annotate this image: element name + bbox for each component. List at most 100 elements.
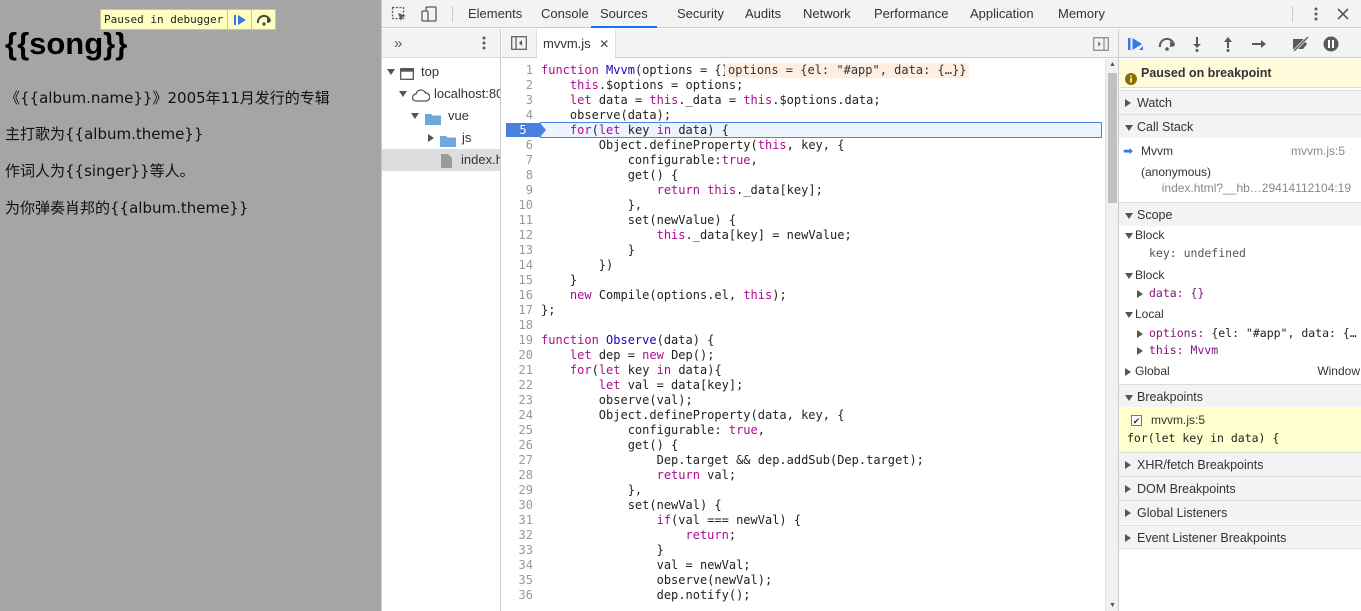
line-number[interactable]: 13	[502, 243, 533, 258]
line-number[interactable]: 23	[502, 393, 533, 408]
line-number[interactable]: 21	[502, 363, 533, 378]
breakpoints-section-header[interactable]: Breakpoints	[1119, 384, 1361, 408]
tab-security[interactable]: Security	[677, 0, 724, 28]
code-line[interactable]: 21 for(let key in data){	[502, 363, 1105, 378]
dom-breakpoints-header[interactable]: DOM Breakpoints	[1119, 476, 1361, 500]
code-line[interactable]: 34 val = newVal;	[502, 558, 1105, 573]
code-line[interactable]: 17};	[502, 303, 1105, 318]
tab-application[interactable]: Application	[970, 0, 1034, 28]
scroll-down-icon[interactable]: ▼	[1109, 602, 1116, 609]
line-number[interactable]: 19	[502, 333, 533, 348]
scope-options[interactable]: options: {el: "#app", data: {…	[1119, 326, 1361, 342]
code-line[interactable]: 12 this._data[key] = newValue;	[502, 228, 1105, 243]
line-number[interactable]: 4	[502, 108, 533, 123]
code-line[interactable]: 32 return;	[502, 528, 1105, 543]
close-devtools-icon[interactable]	[1334, 5, 1352, 23]
line-number[interactable]: 27	[502, 453, 533, 468]
toggle-debugger-icon[interactable]	[1093, 37, 1109, 54]
code-line[interactable]: 33 }	[502, 543, 1105, 558]
scope-local[interactable]: Local	[1119, 307, 1361, 324]
xhr-breakpoints-header[interactable]: XHR/fetch Breakpoints	[1119, 452, 1361, 476]
code-line[interactable]: 27 Dep.target && dep.addSub(Dep.target);	[502, 453, 1105, 468]
code-line[interactable]: 36 dep.notify();	[502, 588, 1105, 603]
tree-item-index[interactable]: index.h	[382, 149, 500, 171]
call-frame-mvvm[interactable]: ➡ Mvvm mvvm.js:5	[1119, 141, 1361, 161]
line-number[interactable]: 10	[502, 198, 533, 213]
line-number[interactable]: 14	[502, 258, 533, 273]
watch-section-header[interactable]: Watch	[1119, 90, 1361, 114]
resume-icon[interactable]	[227, 10, 251, 29]
toggle-navigator-icon[interactable]	[511, 36, 527, 53]
code-line[interactable]: 31 if(val === newVal) {	[502, 513, 1105, 528]
line-number[interactable]: 24	[502, 408, 533, 423]
tab-audits[interactable]: Audits	[745, 0, 781, 28]
line-number[interactable]: 11	[502, 213, 533, 228]
tree-item-top[interactable]: top	[382, 61, 500, 83]
line-number[interactable]: 22	[502, 378, 533, 393]
tree-item-localhost[interactable]: localhost:80	[382, 83, 500, 105]
line-number[interactable]: 18	[502, 318, 533, 333]
code-line[interactable]: 5 for(let key in data) {	[502, 123, 1105, 138]
inspect-element-icon[interactable]	[390, 5, 408, 23]
line-number[interactable]: 20	[502, 348, 533, 363]
line-number[interactable]: 29	[502, 483, 533, 498]
code-line[interactable]: 1 function Mvvm(options = {}) {options = …	[502, 63, 1105, 78]
step-over-icon[interactable]	[1157, 34, 1177, 54]
tab-elements[interactable]: Elements	[468, 0, 522, 28]
step-icon[interactable]	[1249, 34, 1269, 54]
code-line[interactable]: 10 },	[502, 198, 1105, 213]
tree-item-vue[interactable]: vue	[382, 105, 500, 127]
scope-block-1[interactable]: Block	[1119, 228, 1361, 245]
code-line[interactable]: 7 configurable:true,	[502, 153, 1105, 168]
line-number[interactable]: 2	[502, 78, 533, 93]
code-line[interactable]: 25 configurable: true,	[502, 423, 1105, 438]
scope-this[interactable]: this: Mvvm	[1119, 343, 1361, 359]
close-icon[interactable]: ✕	[599, 37, 609, 51]
code-line[interactable]: 20 let dep = new Dep();	[502, 348, 1105, 363]
deactivate-breakpoints-icon[interactable]	[1291, 34, 1311, 54]
tab-network[interactable]: Network	[803, 0, 851, 28]
code-line[interactable]: 15 }	[502, 273, 1105, 288]
line-number[interactable]: 32	[502, 528, 533, 543]
tab-mvvm-js[interactable]: mvvm.js ✕	[536, 29, 617, 58]
breakpoint-item[interactable]: ✔ mvvm.js:5 for(let key in data) {	[1119, 407, 1361, 453]
line-number[interactable]: 7	[502, 153, 533, 168]
scrollbar-thumb[interactable]	[1108, 73, 1117, 203]
tab-sources[interactable]: Sources	[591, 0, 657, 28]
code-line[interactable]: 3 let data = this._data = this.$options.…	[502, 93, 1105, 108]
global-listeners-header[interactable]: Global Listeners	[1119, 500, 1361, 524]
line-number[interactable]: 36	[502, 588, 533, 603]
tab-performance[interactable]: Performance	[874, 0, 948, 28]
chevron-double-right-icon[interactable]: »	[394, 35, 402, 52]
pause-on-exceptions-icon[interactable]	[1321, 34, 1341, 54]
code-line[interactable]: 6 Object.defineProperty(this, key, {	[502, 138, 1105, 153]
tab-memory[interactable]: Memory	[1058, 0, 1105, 28]
line-number[interactable]: 35	[502, 573, 533, 588]
event-listener-breakpoints-header[interactable]: Event Listener Breakpoints	[1119, 525, 1361, 549]
line-number[interactable]: 15	[502, 273, 533, 288]
step-over-icon[interactable]	[251, 10, 275, 29]
line-number[interactable]: 16	[502, 288, 533, 303]
scroll-up-icon[interactable]: ▲	[1109, 61, 1116, 68]
code-line[interactable]: 24 Object.defineProperty(data, key, {	[502, 408, 1105, 423]
resume-icon[interactable]	[1126, 34, 1146, 54]
code-line[interactable]: 18	[502, 318, 1105, 333]
scope-block-2[interactable]: Block	[1119, 268, 1361, 285]
tab-console[interactable]: Console	[541, 0, 589, 28]
line-number[interactable]: 8	[502, 168, 533, 183]
line-number[interactable]: 30	[502, 498, 533, 513]
call-stack-section-header[interactable]: Call Stack	[1119, 114, 1361, 138]
step-out-icon[interactable]	[1218, 34, 1238, 54]
code-line[interactable]: 19 function Observe(data) {	[502, 333, 1105, 348]
step-into-icon[interactable]	[1187, 34, 1207, 54]
line-number[interactable]: 1	[502, 63, 533, 78]
tree-item-js[interactable]: js	[382, 127, 500, 149]
code-line[interactable]: 23 observe(val);	[502, 393, 1105, 408]
line-number[interactable]: 17	[502, 303, 533, 318]
scope-global[interactable]: Global Window	[1119, 364, 1361, 381]
call-frame-anonymous[interactable]: (anonymous) index.html?__hb…29414112104:…	[1119, 165, 1361, 199]
line-number[interactable]: 26	[502, 438, 533, 453]
line-number[interactable]: 6	[502, 138, 533, 153]
line-number[interactable]: 33	[502, 543, 533, 558]
line-number[interactable]: 3	[502, 93, 533, 108]
